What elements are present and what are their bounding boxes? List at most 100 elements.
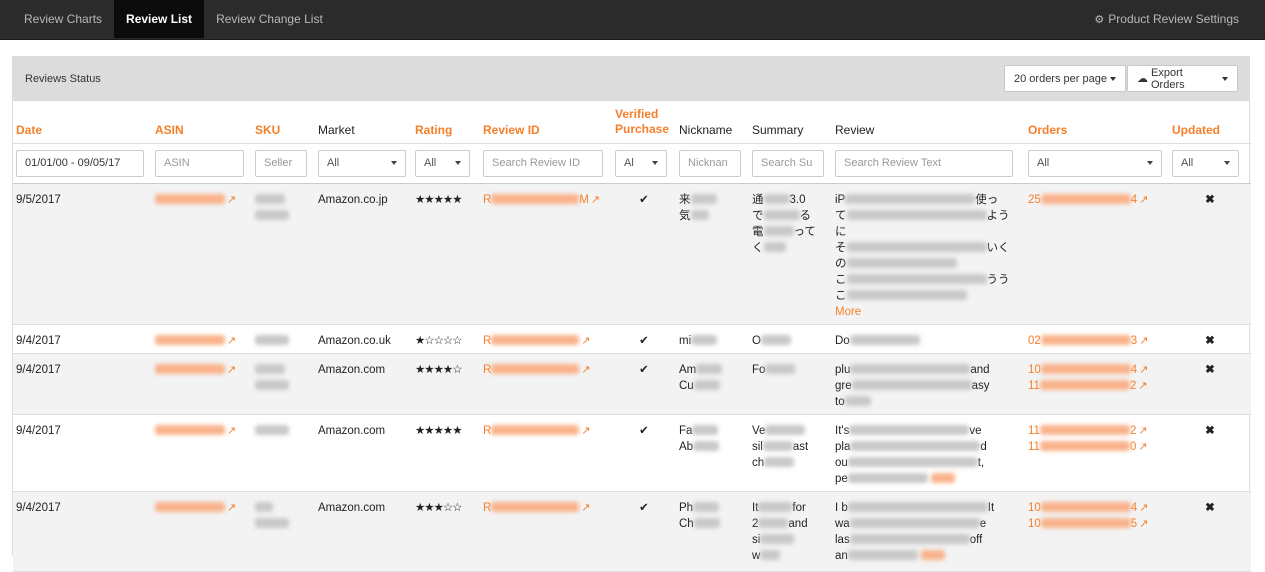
check-icon: ✔	[612, 414, 676, 492]
market-select[interactable]: All	[318, 149, 406, 177]
more-link[interactable]	[931, 473, 955, 484]
review-id-cell[interactable]: R ↗	[480, 324, 612, 354]
nickname-search-input[interactable]: Nicknan	[679, 149, 741, 177]
orders-cell[interactable]: 10 4 ↗ 11 2 ↗	[1025, 353, 1169, 415]
col-date[interactable]: Date	[13, 101, 152, 143]
asin-cell[interactable]: ↗	[152, 324, 252, 354]
chevron-down-icon	[391, 161, 397, 165]
order-prefix: 11	[1028, 440, 1040, 453]
orders-cell[interactable]: 02 3 ↗	[1025, 324, 1169, 354]
review-id-suffix: M	[579, 193, 589, 206]
more-link[interactable]: More	[835, 306, 861, 318]
asin-search-input[interactable]: ASIN	[155, 149, 244, 177]
external-link-icon[interactable]: ↗	[227, 194, 236, 206]
export-orders-button[interactable]: ☁ Export Orders	[1127, 65, 1238, 92]
external-link-icon[interactable]: ↗	[227, 425, 236, 437]
external-link-icon[interactable]: ↗	[581, 335, 590, 347]
review-id-prefix: R	[483, 363, 492, 376]
col-rating[interactable]: Rating	[412, 101, 480, 143]
review-id-cell[interactable]: R ↗	[480, 414, 612, 492]
external-link-icon[interactable]: ↗	[1139, 194, 1148, 206]
external-link-icon[interactable]: ↗	[581, 425, 590, 437]
external-link-icon[interactable]: ↗	[1138, 441, 1147, 453]
order-prefix: 10	[1028, 517, 1041, 530]
review-text: 使っ	[975, 193, 999, 206]
tab-review-charts[interactable]: Review Charts	[0, 0, 114, 38]
asin-cell[interactable]: ↗	[152, 414, 252, 492]
more-link[interactable]	[921, 550, 945, 561]
product-review-settings-link[interactable]: ⚙ Product Review Settings	[1094, 0, 1239, 38]
asin-cell[interactable]: ↗	[152, 183, 252, 325]
review-id-cell[interactable]: R ↗	[480, 353, 612, 415]
review-text: It	[987, 501, 995, 514]
review-blur	[847, 473, 928, 484]
summary-cell: O	[749, 324, 832, 354]
col-verified-purchase[interactable]: Verified Purchase	[612, 101, 676, 143]
rating-select-value: All	[424, 157, 437, 169]
rating-select[interactable]: All	[415, 149, 470, 177]
asin-value	[155, 425, 225, 436]
review-id-cell[interactable]: R M ↗	[480, 183, 612, 325]
per-page-dropdown[interactable]: 20 orders per page	[1004, 65, 1126, 92]
date-cell: 9/5/2017	[13, 183, 152, 325]
review-blur	[847, 502, 988, 513]
sku-value	[255, 380, 289, 391]
external-link-icon[interactable]: ↗	[1138, 425, 1147, 437]
review-id-cell[interactable]: R ↗	[480, 491, 612, 572]
external-link-icon[interactable]: ↗	[581, 502, 590, 514]
nickname-text: mi	[679, 334, 692, 347]
summary-text: 通	[752, 193, 764, 206]
review-id-search-input[interactable]: Search Review ID	[483, 149, 603, 177]
external-link-icon[interactable]: ↗	[1139, 518, 1148, 530]
tab-review-change-list[interactable]: Review Change List	[204, 0, 335, 38]
external-link-icon[interactable]: ↗	[1139, 502, 1148, 514]
review-text: pla	[835, 440, 851, 453]
review-text: に	[835, 225, 847, 238]
external-link-icon[interactable]: ↗	[227, 502, 236, 514]
review-text-search-input[interactable]: Search Review Text	[835, 149, 1013, 177]
summary-text: w	[752, 549, 761, 562]
external-link-icon[interactable]: ↗	[227, 335, 236, 347]
review-text: こ	[835, 289, 847, 302]
col-updated[interactable]: Updated	[1169, 101, 1251, 143]
market-cell: Amazon.com	[315, 353, 412, 415]
col-orders[interactable]: Orders	[1025, 101, 1169, 143]
orders-cell[interactable]: 11 2 ↗ 11 0 ↗	[1025, 414, 1169, 492]
summary-text: ch	[752, 456, 765, 469]
summary-text: Ve	[752, 424, 766, 437]
review-id-value	[491, 502, 580, 513]
summary-search-input[interactable]: Search Su	[752, 149, 824, 177]
review-text: t,	[977, 456, 985, 469]
order-suffix: 0	[1129, 440, 1137, 453]
external-link-icon[interactable]: ↗	[1138, 380, 1147, 392]
review-blur	[850, 364, 971, 375]
order-value	[1040, 502, 1131, 513]
external-link-icon[interactable]: ↗	[227, 364, 236, 376]
sku-search-input[interactable]: Seller	[255, 149, 307, 177]
orders-select[interactable]: All	[1028, 149, 1162, 177]
verified-select[interactable]: Al	[615, 149, 667, 177]
review-blur	[849, 425, 970, 436]
orders-cell[interactable]: 10 4 ↗ 10 5 ↗	[1025, 491, 1169, 572]
nickname-text: Fa	[679, 424, 693, 437]
review-text: ve	[969, 424, 982, 437]
orders-cell[interactable]: 25 4 ↗	[1025, 183, 1169, 325]
updated-select[interactable]: All	[1172, 149, 1239, 177]
review-text: I b	[835, 501, 848, 514]
nickname-text: 来	[679, 193, 691, 206]
col-sku[interactable]: SKU	[252, 101, 315, 143]
asin-cell[interactable]: ↗	[152, 353, 252, 415]
nickname-blur	[691, 335, 718, 346]
summary-text: く	[752, 241, 764, 254]
col-asin[interactable]: ASIN	[152, 101, 252, 143]
external-link-icon[interactable]: ↗	[591, 194, 600, 206]
review-cell: It's ve pla d ou t, pe	[832, 414, 1025, 492]
asin-cell[interactable]: ↗	[152, 491, 252, 572]
external-link-icon[interactable]: ↗	[1139, 335, 1148, 347]
tab-review-list[interactable]: Review List	[114, 0, 205, 38]
review-id-value	[491, 425, 580, 436]
date-range-input[interactable]: 01/01/00 - 09/05/17	[16, 149, 144, 177]
col-review-id[interactable]: Review ID	[480, 101, 612, 143]
external-link-icon[interactable]: ↗	[1139, 364, 1148, 376]
external-link-icon[interactable]: ↗	[581, 364, 590, 376]
